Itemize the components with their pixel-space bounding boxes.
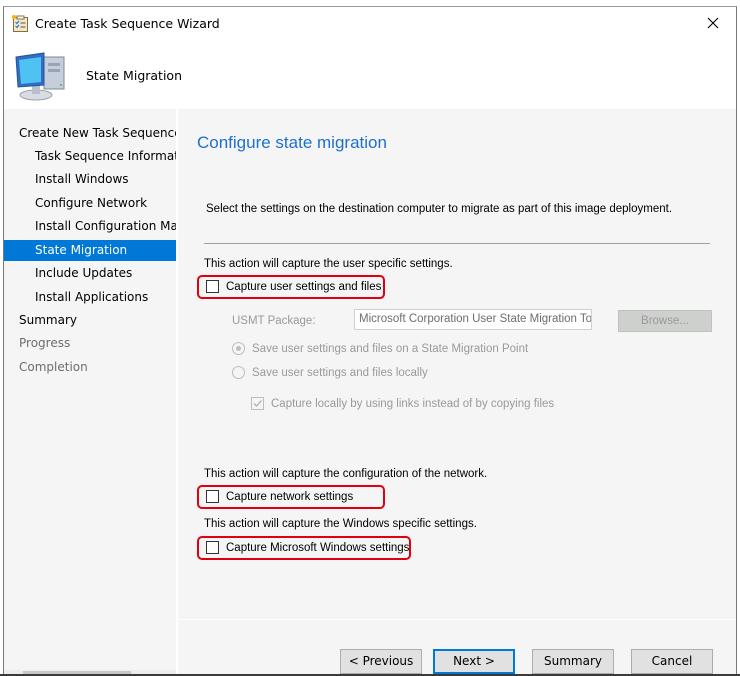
checkbox-box[interactable] (206, 490, 219, 503)
checkbox-label: Capture locally by using links instead o… (271, 397, 555, 410)
checkbox-box[interactable] (206, 280, 219, 293)
browse-button: Browse... (618, 310, 712, 332)
capture-user-settings-checkbox[interactable]: Capture user settings and files (206, 280, 381, 293)
wizard-steps-nav: Create New Task Sequence Task Sequence I… (4, 109, 176, 676)
radio-label: Save user settings and files locally (252, 366, 428, 379)
close-icon (707, 17, 719, 29)
checkbox-box (251, 397, 264, 410)
capture-network-settings-checkbox[interactable]: Capture network settings (206, 490, 353, 503)
computer-icon (15, 52, 65, 101)
radio-unselected-icon (232, 366, 245, 379)
close-button[interactable] (690, 7, 736, 39)
nav-item-install-applications[interactable]: Install Applications (4, 287, 176, 308)
wizard-header: State Migration (4, 39, 736, 109)
usmt-package-field: Microsoft Corporation User State Migrati… (354, 309, 592, 330)
window-title: Create Task Sequence Wizard (35, 16, 220, 31)
windows-settings-description: This action will capture the Windows spe… (204, 518, 477, 530)
previous-button[interactable]: < Previous (340, 649, 422, 674)
nav-item-completion: Completion (19, 360, 88, 374)
capture-windows-settings-checkbox[interactable]: Capture Microsoft Windows settings (206, 541, 409, 554)
next-button[interactable]: Next > (433, 649, 515, 674)
radio-selected-icon (232, 342, 245, 355)
header-title: State Migration (86, 68, 182, 83)
user-settings-description: This action will capture the user specif… (204, 258, 453, 270)
content-panel: Configure state migration Select the set… (178, 109, 736, 619)
wizard-footer: < Previous Next > Summary Cancel (178, 619, 736, 676)
section-divider (204, 243, 710, 244)
nav-item-configure-network[interactable]: Configure Network (4, 193, 176, 214)
cancel-button[interactable]: Cancel (631, 649, 713, 674)
nav-item-progress: Progress (19, 336, 71, 350)
nav-item-include-updates[interactable]: Include Updates (4, 263, 176, 284)
nav-item-state-migration[interactable]: State Migration (4, 240, 176, 261)
checkbox-box[interactable] (206, 541, 219, 554)
nav-item-create-new-task-sequence[interactable]: Create New Task Sequence (4, 123, 176, 144)
nav-item-task-sequence-information[interactable]: Task Sequence Information (4, 146, 176, 167)
radio-state-migration-point: Save user settings and files on a State … (232, 342, 528, 355)
summary-button[interactable]: Summary (532, 649, 614, 674)
nav-item-install-windows[interactable]: Install Windows (4, 169, 176, 190)
nav-item-install-configuration-manager[interactable]: Install Configuration Manager (4, 216, 176, 237)
checkbox-label: Capture user settings and files (226, 280, 382, 293)
nav-item-summary[interactable]: Summary (4, 310, 176, 331)
radio-save-locally: Save user settings and files locally (232, 366, 428, 379)
checkbox-label: Capture Microsoft Windows settings (226, 541, 410, 554)
checkbox-label: Capture network settings (226, 490, 354, 503)
radio-label: Save user settings and files on a State … (252, 342, 529, 355)
task-list-icon (12, 15, 28, 32)
intro-text: Select the settings on the destination c… (206, 203, 673, 215)
network-settings-description: This action will capture the configurati… (204, 468, 488, 480)
wizard-dialog: Create Task Sequence Wizard State Migrat… (3, 6, 737, 676)
title-bar: Create Task Sequence Wizard (4, 7, 736, 39)
usmt-package-label: USMT Package: (232, 315, 316, 327)
checkmark-icon (253, 400, 262, 407)
page-title: Configure state migration (197, 133, 387, 152)
capture-using-links-checkbox: Capture locally by using links instead o… (251, 397, 554, 410)
